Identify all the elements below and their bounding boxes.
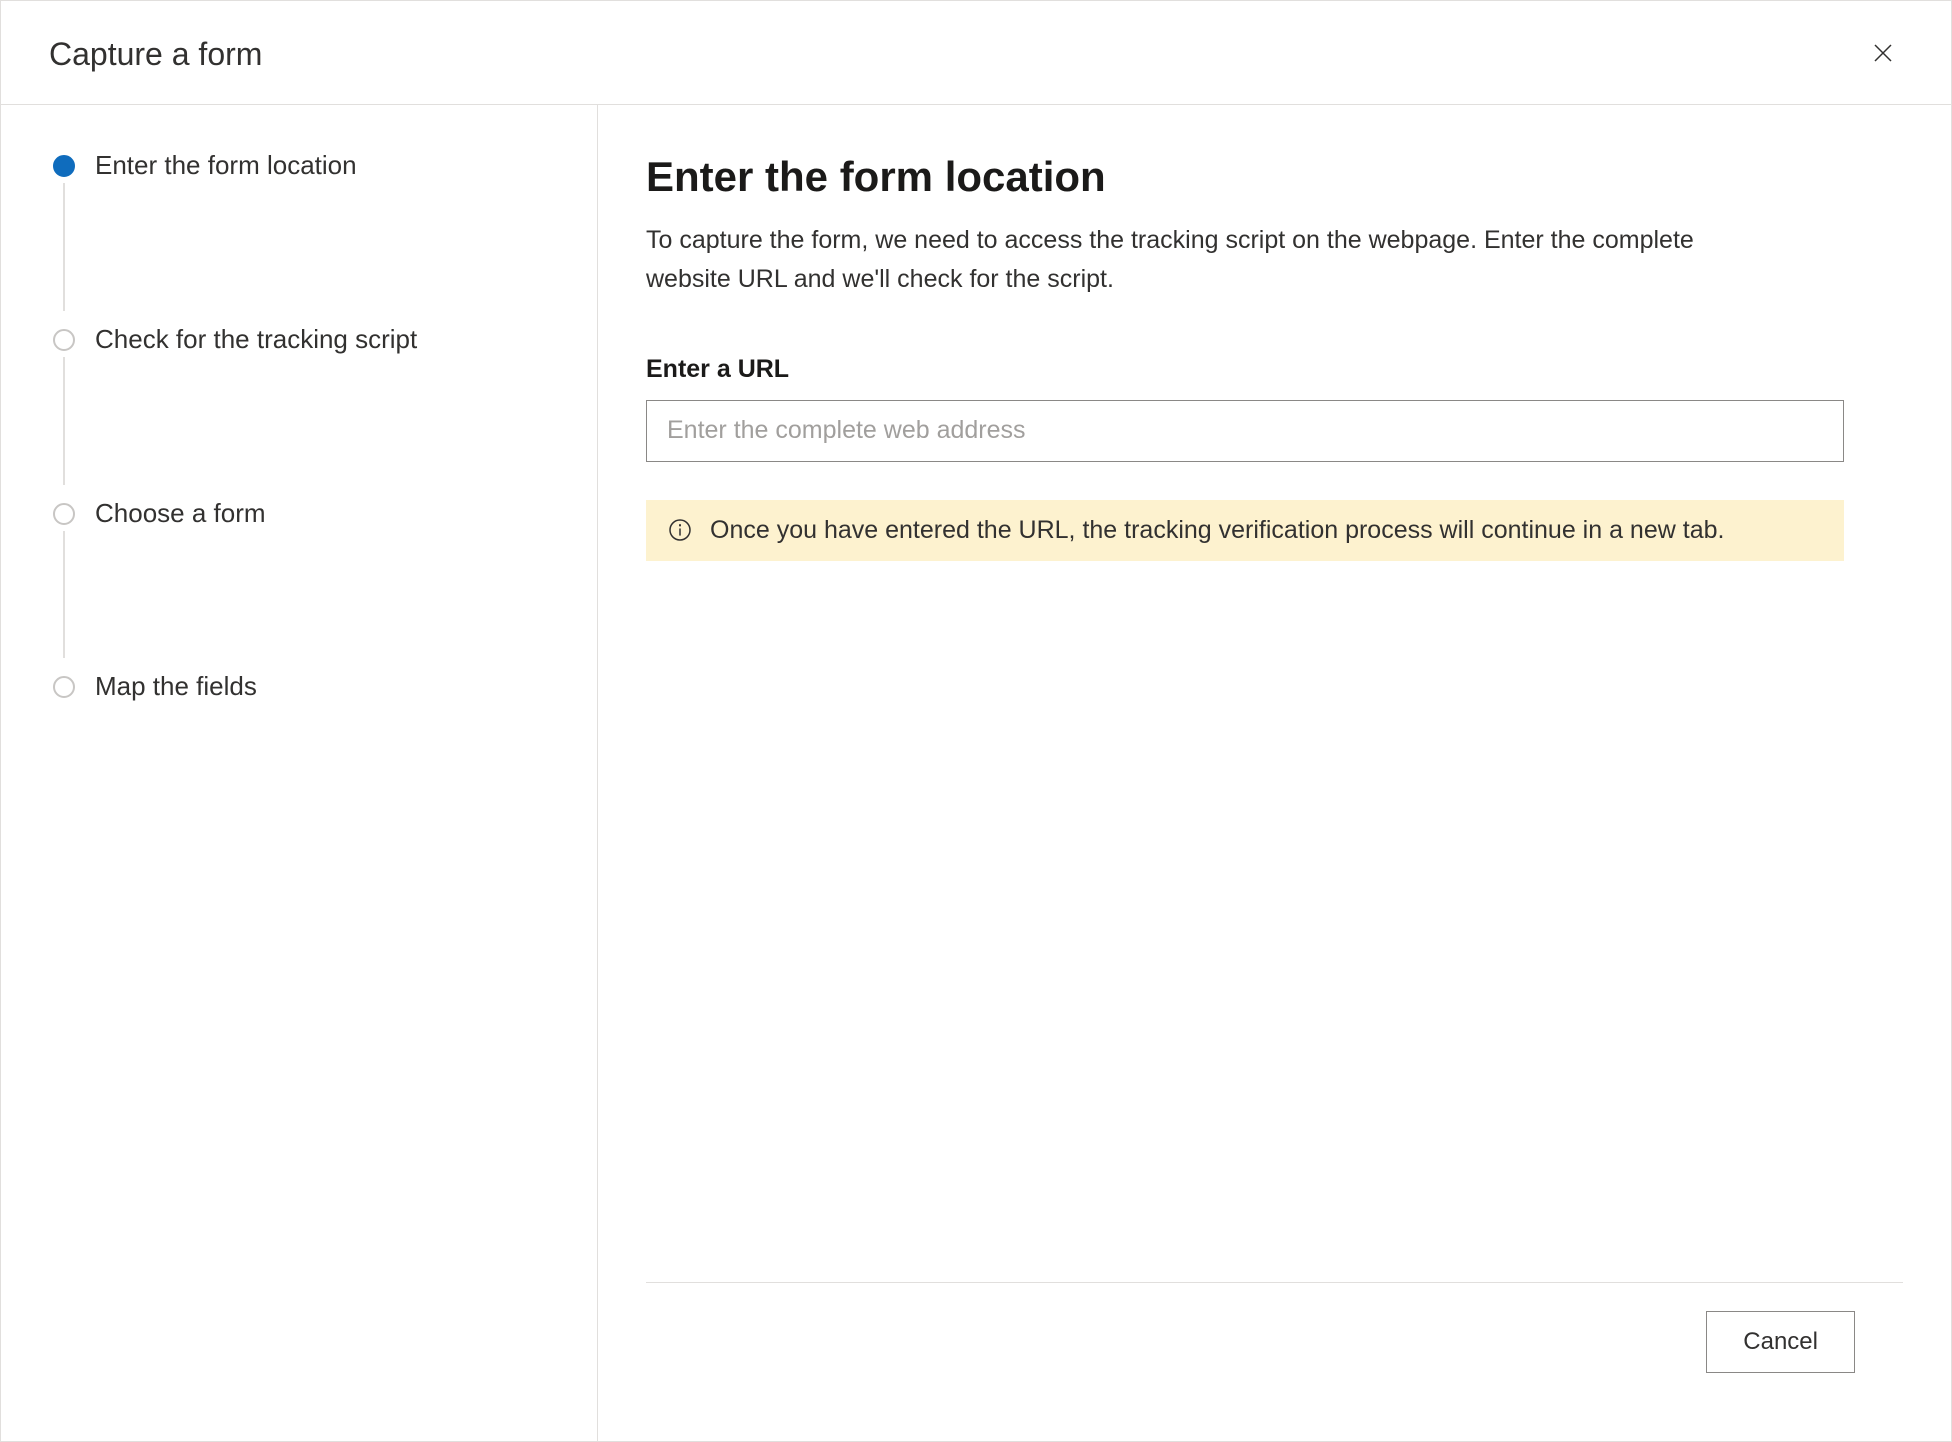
- page-title: Enter the form location: [646, 153, 1903, 201]
- close-icon: [1871, 41, 1895, 68]
- page-description: To capture the form, we need to access t…: [646, 221, 1766, 299]
- dialog-title: Capture a form: [49, 36, 262, 73]
- step-enter-location[interactable]: Enter the form location: [53, 149, 557, 323]
- step-dot-icon: [53, 503, 75, 525]
- step-connector: [63, 357, 65, 485]
- main-panel: Enter the form location To capture the f…: [597, 105, 1951, 1441]
- step-dot-icon: [53, 155, 75, 177]
- dialog-footer: Cancel: [646, 1282, 1903, 1401]
- step-connector: [63, 183, 65, 311]
- dialog-header: Capture a form: [1, 1, 1951, 105]
- step-dot-icon: [53, 329, 75, 351]
- steps-sidebar: Enter the form location Check for the tr…: [1, 105, 597, 1441]
- step-check-tracking[interactable]: Check for the tracking script: [53, 323, 557, 497]
- info-icon: [668, 518, 692, 542]
- info-text: Once you have entered the URL, the track…: [710, 516, 1724, 545]
- url-input[interactable]: [646, 400, 1844, 462]
- capture-form-dialog: Capture a form Enter the form location C…: [0, 0, 1952, 1442]
- step-label: Check for the tracking script: [95, 324, 417, 354]
- step-label: Enter the form location: [95, 150, 357, 180]
- step-choose-form[interactable]: Choose a form: [53, 497, 557, 671]
- step-dot-icon: [53, 676, 75, 698]
- step-map-fields[interactable]: Map the fields: [53, 670, 557, 704]
- step-label: Map the fields: [95, 671, 257, 701]
- close-button[interactable]: [1863, 33, 1903, 76]
- step-connector: [63, 531, 65, 659]
- main-content: Enter the form location To capture the f…: [646, 153, 1903, 1282]
- dialog-body: Enter the form location Check for the tr…: [1, 105, 1951, 1441]
- cancel-button[interactable]: Cancel: [1706, 1311, 1855, 1373]
- info-banner: Once you have entered the URL, the track…: [646, 500, 1844, 561]
- step-label: Choose a form: [95, 498, 266, 528]
- steps-list: Enter the form location Check for the tr…: [53, 149, 557, 704]
- url-field-label: Enter a URL: [646, 355, 1903, 384]
